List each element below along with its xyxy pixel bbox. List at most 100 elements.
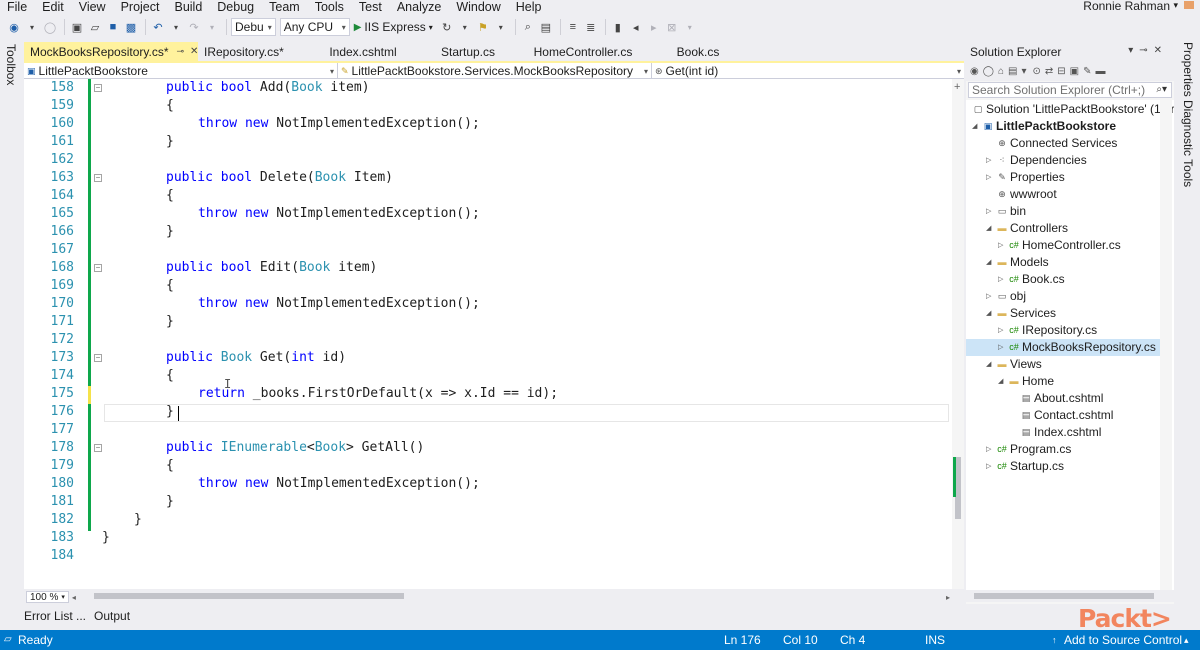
chevron-up-icon[interactable]: ▴ [1184, 630, 1189, 650]
class-dropdown[interactable]: ✎ LittlePacktBookstore.Services.MockBook… [338, 63, 652, 79]
open-file-icon[interactable]: ▱ [87, 19, 103, 35]
outdent-icon[interactable]: ≣ [583, 19, 599, 35]
tree-item-connected-services[interactable]: ⊕ Connected Services [996, 135, 1117, 152]
arrow-up-icon[interactable]: ↑ [1052, 630, 1057, 650]
chevron-down-icon[interactable]: ▾ [493, 19, 509, 35]
bookmark-icon[interactable]: ▮ [610, 19, 626, 35]
pending-changes-icon[interactable]: ⊙ [1032, 66, 1040, 77]
expanded-icon[interactable]: ◢ [998, 373, 1008, 390]
tree-item-views[interactable]: ◢ ▬ Views [986, 356, 1042, 373]
scrollbar-thumb[interactable] [974, 593, 1154, 599]
editor-horizontal-scrollbar[interactable] [94, 593, 964, 601]
chevron-down-icon[interactable]: ▾ [168, 19, 184, 35]
tree-vertical-scrollbar[interactable] [1160, 100, 1172, 590]
save-all-icon[interactable]: ▩ [123, 19, 139, 35]
clear-bookmarks-icon[interactable]: ⊠ [664, 19, 680, 35]
solution-icon[interactable]: ▤ [538, 19, 554, 35]
collapse-icon[interactable]: − [94, 444, 102, 452]
collapsed-icon[interactable]: ▷ [986, 169, 996, 186]
user-badge-icon[interactable] [1184, 1, 1194, 9]
solution-explorer-search-input[interactable]: Search Solution Explorer (Ctrl+;) ⌕▾ [968, 82, 1172, 98]
tree-item-controllers[interactable]: ◢ ▬ Controllers [986, 220, 1068, 237]
menu-project[interactable]: Project [114, 0, 168, 14]
scroll-right-icon[interactable]: ▸ [946, 593, 950, 602]
solution-tree[interactable]: ▢ Solution 'LittlePacktBookstore' (1 pr … [966, 100, 1174, 590]
tree-item-startup[interactable]: ▷ c# Startup.cs [986, 458, 1064, 475]
collapsed-icon[interactable]: ▷ [998, 339, 1008, 356]
collapse-all-icon[interactable]: ⊟ [1057, 66, 1065, 77]
collapsed-icon[interactable]: ▷ [986, 152, 996, 169]
menu-file[interactable]: File [0, 0, 35, 14]
chevron-down-icon[interactable]: ▾ [1021, 66, 1026, 77]
collapsed-icon[interactable]: ▷ [998, 271, 1008, 288]
tree-item-bin[interactable]: ▷ ▭ bin [986, 203, 1026, 220]
tab-output[interactable]: Output [94, 609, 130, 623]
run-button[interactable]: ▶ IIS Express ▾ [354, 20, 433, 34]
code-text-area[interactable]: public bool Add(Book item) { throw new N… [102, 79, 954, 589]
tree-item-book[interactable]: ▷ c# Book.cs [998, 271, 1065, 288]
sync-icon[interactable]: ⇄ [1045, 66, 1053, 77]
expanded-icon[interactable]: ◢ [972, 118, 982, 135]
tree-item-about[interactable]: ▤ About.cshtml [1020, 390, 1104, 407]
configuration-select[interactable]: Debu ▾ [231, 18, 276, 36]
chevron-down-icon[interactable]: ▾ [457, 19, 473, 35]
tab-mockbooksrepository[interactable]: MockBooksRepository.cs* ⊸ ✕ [24, 42, 198, 61]
tab-homecontroller[interactable]: HomeController.cs [518, 42, 648, 61]
collapsed-icon[interactable]: ▷ [986, 441, 996, 458]
zoom-select[interactable]: 100 % ▾ [26, 591, 69, 603]
chevron-down-icon[interactable]: ▾ [204, 19, 220, 35]
menu-analyze[interactable]: Analyze [390, 0, 449, 14]
expanded-icon[interactable]: ◢ [986, 305, 996, 322]
tree-item-dependencies[interactable]: ▷ ⁖ Dependencies [986, 152, 1087, 169]
tree-item-wwwroot[interactable]: ⊕ wwwroot [996, 186, 1056, 203]
next-bookmark-icon[interactable]: ▸ [646, 19, 662, 35]
menu-debug[interactable]: Debug [210, 0, 262, 14]
back-icon[interactable]: ◉ [6, 19, 22, 35]
new-project-icon[interactable]: ▣ [69, 19, 85, 35]
back-icon[interactable]: ◉ [970, 66, 979, 77]
home-icon[interactable]: ⌂ [998, 66, 1004, 77]
indent-icon[interactable]: ≡ [565, 19, 581, 35]
panel-window-buttons[interactable]: ▾⊸✕ [1128, 45, 1168, 56]
diagnostic-tools-tab[interactable]: Diagnostic Tools [1181, 100, 1195, 187]
menu-view[interactable]: View [72, 0, 114, 14]
collapse-icon[interactable]: − [94, 264, 102, 272]
find-icon[interactable]: ⌕ [520, 19, 536, 35]
chevron-down-icon[interactable]: ▾ [24, 19, 40, 35]
collapsed-icon[interactable]: ▷ [986, 288, 996, 305]
collapsed-icon[interactable]: ▷ [986, 458, 996, 475]
properties-wrench-icon[interactable]: ✎ [1083, 66, 1091, 77]
refresh-icon[interactable]: ↻ [439, 19, 455, 35]
menu-team[interactable]: Team [262, 0, 308, 14]
collapse-icon[interactable]: − [94, 354, 102, 362]
undo-icon[interactable]: ↶ [150, 19, 166, 35]
tree-item-models[interactable]: ◢ ▬ Models [986, 254, 1049, 271]
pin-icon[interactable]: ⊸ [177, 46, 185, 57]
properties-tab[interactable]: Properties [1181, 42, 1195, 97]
prev-bookmark-icon[interactable]: ◂ [628, 19, 644, 35]
expanded-icon[interactable]: ◢ [986, 220, 996, 237]
platform-select[interactable]: Any CPU ▾ [279, 18, 350, 36]
menu-tools[interactable]: Tools [308, 0, 352, 14]
expanded-icon[interactable]: ◢ [986, 254, 996, 271]
chevron-down-icon[interactable]: ▾ [1173, 0, 1178, 11]
toolbox-tab[interactable]: Toolbox [4, 44, 18, 85]
redo-icon[interactable]: ↷ [186, 19, 202, 35]
tree-item-home[interactable]: ◢ ▬ Home [998, 373, 1054, 390]
toolbar-options-icon[interactable]: ▾ [682, 19, 698, 35]
member-dropdown[interactable]: ⊛ Get(int id) ▾ [652, 63, 964, 79]
tab-book[interactable]: Book.cs [648, 42, 748, 61]
expanded-icon[interactable]: ◢ [986, 356, 996, 373]
tree-item-irepository[interactable]: ▷ c# IRepository.cs [998, 322, 1097, 339]
menu-build[interactable]: Build [167, 0, 210, 14]
tree-item-program[interactable]: ▷ c# Program.cs [986, 441, 1071, 458]
tree-horizontal-scrollbar[interactable] [966, 590, 1174, 602]
collapse-icon[interactable]: − [94, 84, 102, 92]
show-all-files-icon[interactable]: ▣ [1070, 66, 1079, 77]
add-to-source-control-button[interactable]: Add to Source Control [1064, 630, 1182, 650]
publish-icon[interactable]: ⚑ [475, 19, 491, 35]
tab-index-cshtml[interactable]: Index.cshtml [308, 42, 418, 61]
tab-error-list[interactable]: Error List ... [24, 609, 86, 623]
collapse-icon[interactable]: − [94, 174, 102, 182]
scroll-left-icon[interactable]: ◂ [72, 593, 76, 602]
